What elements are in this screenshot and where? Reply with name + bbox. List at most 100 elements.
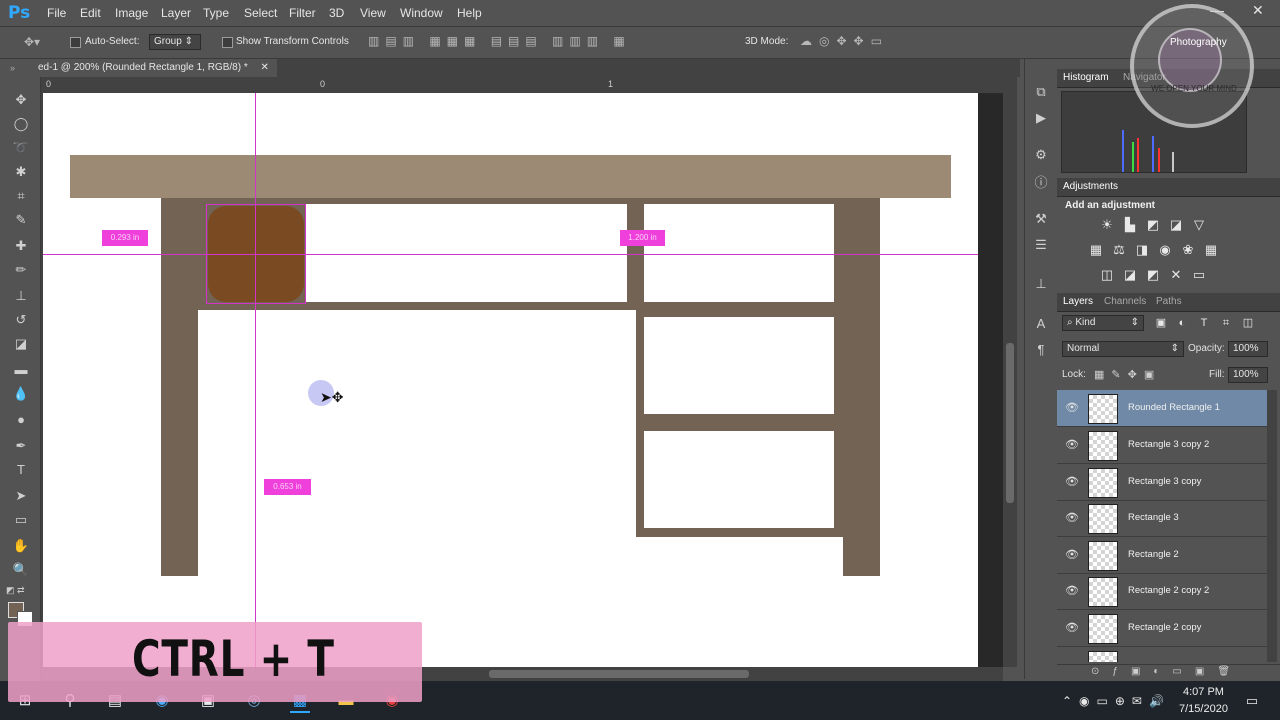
brightness-icon[interactable]: ☀ [1100, 218, 1114, 232]
hue-saturation-icon[interactable]: ▦ [1089, 243, 1103, 257]
exposure-icon[interactable]: ◪ [1169, 218, 1183, 232]
vibrance-icon[interactable]: ▽ [1192, 218, 1206, 232]
auto-select-checkbox[interactable] [70, 37, 81, 48]
levels-icon[interactable]: ▙ [1123, 218, 1137, 232]
history-icon[interactable]: ⧉ [1033, 84, 1049, 100]
visibility-eye-icon[interactable]: 👁 [1065, 548, 1079, 561]
elliptical-marquee-icon[interactable]: ◯ [12, 115, 30, 133]
properties-icon[interactable]: ⚙ [1033, 147, 1049, 163]
visibility-eye-icon[interactable]: 👁 [1065, 621, 1079, 634]
menu-edit[interactable]: Edit [80, 6, 101, 20]
crop-icon[interactable]: ⌗ [12, 187, 30, 205]
layer-row-rounded-rectangle-1[interactable]: 👁 Rounded Rectangle 1 [1057, 390, 1267, 427]
tab-paths[interactable]: Paths [1156, 296, 1182, 307]
tab-channels[interactable]: Channels [1104, 296, 1146, 307]
menu-file[interactable]: File [47, 6, 66, 20]
tab-adjustments[interactable]: Adjustments [1063, 181, 1118, 192]
move-tool-icon[interactable]: ✥▾ [24, 35, 40, 49]
clone-stamp-icon[interactable]: ⊥ [12, 287, 30, 305]
collapse-icon[interactable]: » [10, 63, 15, 73]
info-icon[interactable]: ⓘ [1033, 175, 1049, 191]
horizontal-ruler[interactable]: 0 0 1 [41, 77, 1017, 94]
document-tab[interactable]: ed-1 @ 200% (Rounded Rectangle 1, RGB/8)… [30, 59, 277, 77]
filter-smart-object-icon[interactable]: ◫ [1241, 316, 1255, 330]
brush-icon[interactable]: ✏ [12, 261, 30, 279]
move-tool-icon[interactable]: ✥ [12, 91, 30, 109]
tool-presets-icon[interactable]: ⚒ [1033, 211, 1049, 227]
fill-field[interactable]: 100% [1228, 367, 1268, 383]
visibility-eye-icon[interactable]: 👁 [1065, 475, 1079, 488]
blur-icon[interactable]: 💧 [12, 385, 30, 403]
actions-play-icon[interactable]: ▶ [1033, 110, 1049, 126]
lock-icons[interactable]: ▦✎✥▣ [1094, 368, 1161, 381]
filter-pixel-icon[interactable]: ▣ [1154, 316, 1168, 330]
photo-filter-icon[interactable]: ◉ [1158, 243, 1172, 257]
vertical-scrollbar[interactable] [1003, 93, 1017, 667]
document-canvas[interactable]: 0.293 in 1.200 in 0.653 in ➤✥ [43, 93, 978, 667]
opacity-field[interactable]: 100% [1228, 341, 1268, 357]
hand-tool-icon[interactable]: ✋ [12, 537, 30, 555]
paragraph-icon[interactable]: ¶ [1033, 342, 1049, 358]
layer-row-rectangle-3-copy-2[interactable]: 👁 Rectangle 3 copy 2 [1057, 427, 1267, 464]
clone-source-icon[interactable]: ⊥ [1033, 276, 1049, 292]
threshold-icon[interactable]: ◩ [1146, 268, 1160, 282]
visibility-eye-icon[interactable]: 👁 [1065, 401, 1079, 414]
close-tab-icon[interactable]: ✕ [261, 62, 269, 73]
filter-shape-icon[interactable]: ⌗ [1219, 316, 1233, 330]
rectangle-tool-icon[interactable]: ▭ [12, 511, 30, 529]
history-brush-icon[interactable]: ↺ [12, 311, 30, 329]
default-colors-icon[interactable]: ◩ ⇄ [6, 585, 25, 596]
color-lookup-icon[interactable]: ▦ [1204, 243, 1218, 257]
menu-3d[interactable]: 3D [329, 6, 344, 20]
healing-brush-icon[interactable]: ✚ [12, 237, 30, 255]
visibility-eye-icon[interactable]: 👁 [1065, 584, 1079, 597]
notification-icon[interactable]: ▭ [1242, 691, 1262, 711]
adjustments-sliders-icon[interactable]: ☰ [1033, 237, 1049, 253]
zoom-tool-icon[interactable]: 🔍 [12, 561, 30, 579]
path-selection-icon[interactable]: ➤ [12, 487, 30, 505]
vertical-scroll-thumb[interactable] [1006, 343, 1014, 503]
black-white-icon[interactable]: ◨ [1135, 243, 1149, 257]
menu-image[interactable]: Image [115, 6, 148, 20]
menu-layer[interactable]: Layer [161, 6, 191, 20]
layer-row-rectangle-2[interactable]: 👁 Rectangle 2 [1057, 537, 1267, 574]
layer-row-rectangle-3[interactable]: 👁 Rectangle 3 [1057, 500, 1267, 537]
align-icons[interactable]: ▥▤▥ ▦▦▦ ▤▤▤ ▥▥▥ ▦ [368, 34, 631, 48]
menu-filter[interactable]: Filter [289, 6, 316, 20]
layer-row-rectangle-3-copy[interactable]: 👁 Rectangle 3 copy [1057, 464, 1267, 501]
selective-color-icon[interactable]: ✕ [1169, 268, 1183, 282]
show-transform-checkbox[interactable] [222, 37, 233, 48]
menu-type[interactable]: Type [203, 6, 229, 20]
layer-row-partial[interactable] [1057, 647, 1267, 662]
layer-row-rectangle-2-copy[interactable]: 👁 Rectangle 2 copy [1057, 610, 1267, 647]
tab-histogram[interactable]: Histogram [1063, 72, 1109, 83]
eyedropper-icon[interactable]: ✎ [12, 211, 30, 229]
filter-adjustment-icon[interactable]: ◐ [1175, 316, 1189, 330]
type-tool-icon[interactable]: T [12, 461, 30, 479]
visibility-eye-icon[interactable]: 👁 [1065, 438, 1079, 451]
filter-type-icon[interactable]: T [1197, 316, 1211, 330]
layer-filter-dropdown[interactable]: ⌕ Kind ⇕ [1062, 315, 1144, 331]
workspace-switcher[interactable]: Photography [1170, 37, 1227, 48]
curves-icon[interactable]: ◩ [1146, 218, 1160, 232]
posterize-icon[interactable]: ◪ [1123, 268, 1137, 282]
eraser-icon[interactable]: ◪ [12, 335, 30, 353]
layer-row-rectangle-2-copy-2[interactable]: 👁 Rectangle 2 copy 2 [1057, 573, 1267, 610]
menu-view[interactable]: View [360, 6, 386, 20]
layers-scrollbar[interactable] [1267, 390, 1277, 662]
color-balance-icon[interactable]: ⚖ [1112, 243, 1126, 257]
pen-icon[interactable]: ✒ [12, 437, 30, 455]
character-icon[interactable]: A [1033, 316, 1049, 332]
close-window-button[interactable]: ✕ [1252, 2, 1264, 19]
blend-mode-dropdown[interactable]: Normal ⇕ [1062, 341, 1184, 357]
tab-layers[interactable]: Layers [1063, 296, 1093, 307]
gradient-map-icon[interactable]: ▭ [1192, 268, 1206, 282]
channel-mixer-icon[interactable]: ❀ [1181, 243, 1195, 257]
dodge-icon[interactable]: ● [12, 411, 30, 429]
lasso-icon[interactable]: ➰ [12, 139, 30, 157]
menu-help[interactable]: Help [457, 6, 482, 20]
visibility-eye-icon[interactable]: 👁 [1065, 511, 1079, 524]
gradient-icon[interactable]: ▬ [12, 361, 30, 379]
menu-window[interactable]: Window [400, 6, 443, 20]
layers-footer-icons[interactable]: ⊙ƒ▣◐▭▣🗑 [1091, 666, 1243, 677]
